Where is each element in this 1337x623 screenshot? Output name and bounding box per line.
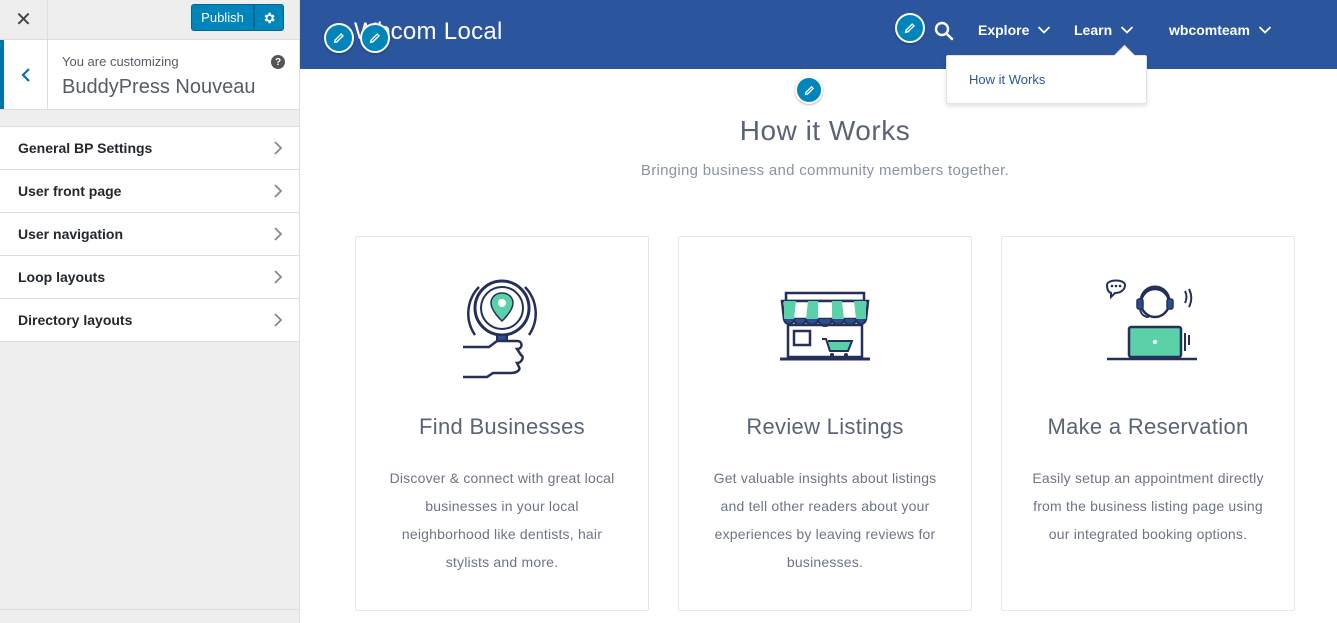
help-icon[interactable]: ? [271, 55, 285, 69]
nav-learn[interactable]: Learn [1074, 22, 1134, 38]
section-general-bp-settings[interactable]: General BP Settings [0, 127, 299, 170]
nav-learn-label: Learn [1074, 22, 1113, 38]
site-header: Wbcom Local Explore Learn wbcomteam [300, 0, 1337, 69]
section-label: User front page [18, 183, 122, 199]
section-title: How it Works [739, 115, 911, 146]
section-directory-layouts[interactable]: Directory layouts [0, 299, 299, 342]
customizer-info: You are customizing BuddyPress Nouveau ? [0, 40, 299, 110]
card-description: Easily setup an appointment directly fro… [1032, 470, 1264, 542]
publish-group: Publish [191, 4, 284, 31]
feature-card: Find Businesses Discover & connect with … [355, 236, 649, 611]
edit-pencil-icon[interactable] [795, 76, 823, 104]
section-loop-layouts[interactable]: Loop layouts [0, 256, 299, 299]
chevron-right-icon [274, 270, 283, 284]
nav-explore[interactable]: Explore [978, 22, 1051, 38]
edit-pencil-icon[interactable] [360, 23, 390, 53]
card-title: Review Listings [746, 414, 904, 439]
chevron-down-icon [1120, 26, 1134, 34]
section-label: Loop layouts [18, 269, 106, 285]
edit-pencil-icon[interactable] [324, 23, 354, 53]
gear-icon[interactable] [254, 4, 284, 31]
card-description: Get valuable insights about listings and… [713, 470, 937, 570]
search-icon[interactable] [934, 21, 954, 41]
section-user-front-page[interactable]: User front page [0, 170, 299, 213]
feature-card: Make a Reservation Easily setup an appoi… [1001, 236, 1295, 611]
publish-button[interactable]: Publish [191, 4, 254, 31]
site-preview: Wbcom Local Explore Learn wbcomteam How … [300, 0, 1337, 623]
dropdown-item-how-it-works[interactable]: How it Works [969, 72, 1045, 87]
support-agent-icon [1002, 275, 1294, 385]
nav-user-menu[interactable]: wbcomteam [1169, 22, 1272, 38]
section-user-navigation[interactable]: User navigation [0, 213, 299, 256]
chevron-right-icon [274, 227, 283, 241]
chevron-right-icon [274, 141, 283, 155]
card-description: Discover & connect with great local busi… [389, 470, 615, 570]
magnifier-pin-icon [356, 275, 648, 385]
chevron-right-icon [274, 184, 283, 198]
chevron-right-icon [274, 313, 283, 327]
customizer-footer [0, 609, 299, 623]
section-label: General BP Settings [18, 140, 153, 156]
theme-name: BuddyPress Nouveau [62, 76, 256, 98]
storefront-icon [679, 275, 971, 385]
chevron-down-icon [1258, 26, 1272, 34]
customizer-sidebar: ✕ Publish You are customizing BuddyPress… [0, 0, 300, 623]
section-subtitle: Bringing business and community members … [640, 162, 1010, 179]
edit-pencil-icon[interactable] [895, 13, 925, 43]
chevron-down-icon [1038, 26, 1051, 34]
card-title: Make a Reservation [1047, 414, 1249, 439]
nav-user-label: wbcomteam [1169, 22, 1250, 38]
customizing-label: You are customizing [62, 54, 179, 69]
feature-card: Review Listings Get valuable insights ab… [678, 236, 972, 611]
close-icon[interactable]: ✕ [0, 0, 48, 39]
customizer-header: ✕ Publish [0, 0, 299, 40]
section-label: User navigation [18, 226, 124, 242]
learn-dropdown-menu: How it Works [946, 55, 1147, 104]
nav-explore-label: Explore [978, 22, 1030, 38]
section-label: Directory layouts [18, 312, 133, 328]
customizer-sections: General BP Settings User front page User… [0, 126, 299, 342]
card-title: Find Businesses [419, 414, 585, 439]
back-chevron-icon[interactable] [0, 40, 48, 109]
